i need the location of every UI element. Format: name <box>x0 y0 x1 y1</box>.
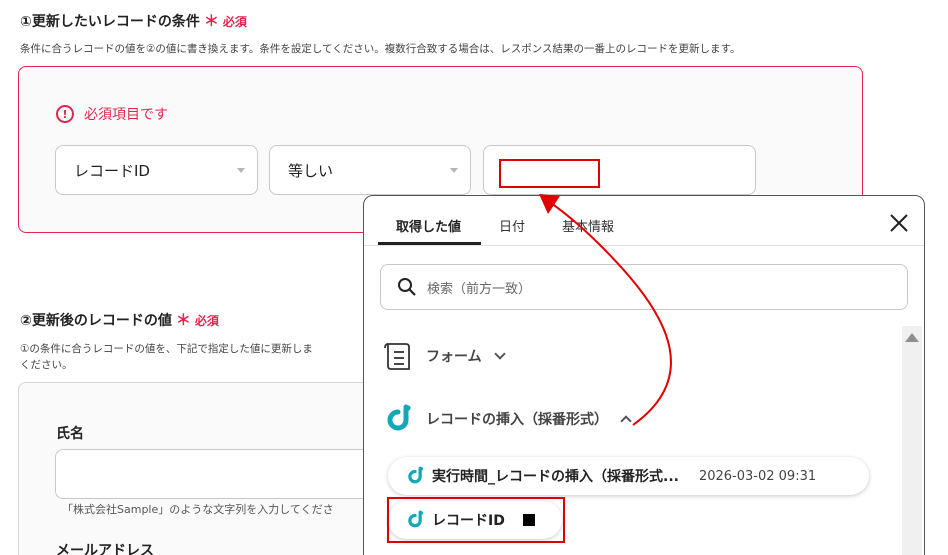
annotation-arrow <box>539 194 673 426</box>
